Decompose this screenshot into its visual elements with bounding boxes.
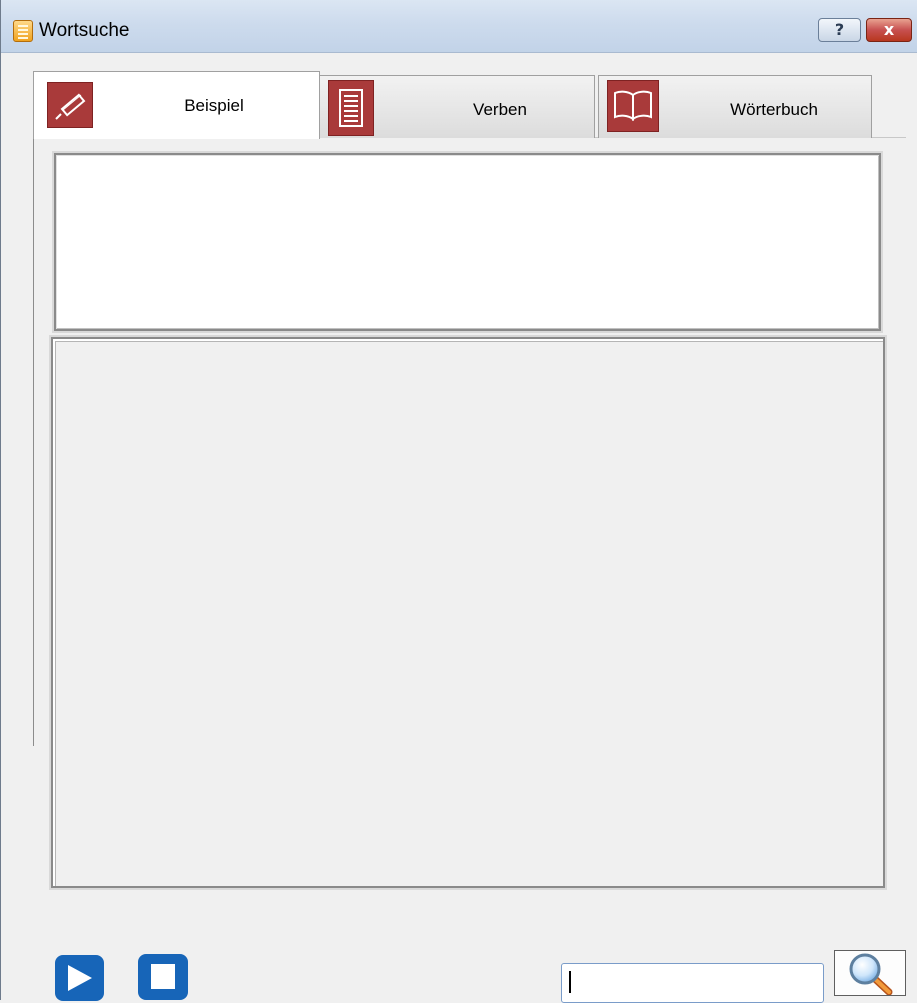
- text-caret: [569, 971, 571, 993]
- wortsuche-window: Wortsuche ? x Beispiel Verben Wörterbuch: [0, 0, 917, 1003]
- window-title: Wortsuche: [39, 20, 130, 41]
- stop-icon: [138, 956, 188, 998]
- document-lines-icon: [328, 80, 374, 136]
- play-button[interactable]: [55, 955, 104, 1001]
- document-icon: [13, 20, 33, 42]
- tab-beispiel[interactable]: Beispiel: [33, 71, 320, 139]
- tab-beispiel-label: Beispiel: [184, 96, 244, 115]
- pencil-icon: [47, 82, 93, 128]
- close-icon: x: [883, 20, 895, 39]
- tab-woerterbuch-label: Wörterbuch: [730, 100, 818, 119]
- search-input[interactable]: [561, 963, 824, 1003]
- title-bar[interactable]: Wortsuche ? x: [1, 0, 917, 53]
- tab-verben[interactable]: Verben: [319, 75, 595, 138]
- play-icon: [55, 958, 104, 998]
- search-button[interactable]: [834, 950, 906, 996]
- stop-button[interactable]: [138, 954, 188, 1000]
- magnifier-icon: [849, 953, 893, 995]
- tab-woerterbuch[interactable]: Wörterbuch: [598, 75, 872, 138]
- tab-verben-label: Verben: [473, 100, 527, 119]
- help-button[interactable]: ?: [818, 18, 861, 42]
- example-text-box[interactable]: [54, 153, 881, 331]
- help-icon: ?: [834, 20, 845, 39]
- close-button[interactable]: x: [866, 18, 912, 42]
- open-book-icon: [607, 80, 659, 132]
- results-list[interactable]: [51, 337, 885, 888]
